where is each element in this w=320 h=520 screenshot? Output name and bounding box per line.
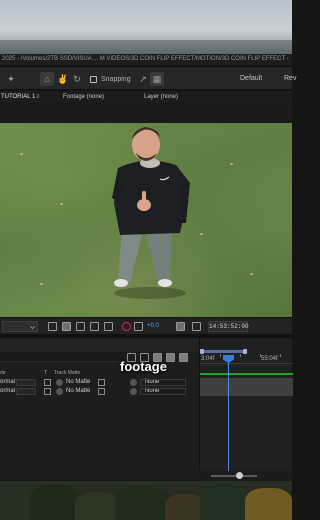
col-t: T — [44, 370, 48, 376]
viewer-controls: +0.0 14:53:52:00 — [0, 317, 292, 334]
grid-icon[interactable]: ▦ — [150, 72, 164, 86]
layer-mode[interactable]: ormal — [0, 387, 15, 396]
window-title: 2025 - /Volumes/2TB SSD/VISUA ... M VIDE… — [2, 56, 289, 62]
timeline-column-headers: de T Track Matte — [0, 369, 198, 377]
workspace-default[interactable]: Default — [240, 71, 262, 87]
workspace-review[interactable]: Rev — [284, 71, 296, 87]
3d-view-icon[interactable] — [104, 322, 113, 331]
time-ruler[interactable]: 3:04f 55:04f — [200, 354, 293, 364]
tab-layer[interactable]: Layer (none) — [144, 91, 178, 103]
background-trees — [0, 481, 292, 520]
zoom-slider-knob[interactable] — [236, 472, 243, 479]
timeline-search-input[interactable] — [0, 352, 125, 362]
track-matte-value[interactable]: No Matte — [66, 387, 90, 396]
preserve-transparency-checkbox[interactable] — [44, 379, 51, 386]
window-titlebar: 2025 - /Volumes/2TB SSD/VISUA ... M VIDE… — [0, 54, 292, 65]
tree-shape — [165, 494, 205, 520]
parent-pickwhip-icon[interactable] — [130, 388, 137, 395]
track-matte-link-icon[interactable] — [56, 379, 63, 386]
work-area-bar[interactable] — [200, 349, 247, 354]
snapping-toggle[interactable]: Snapping — [90, 71, 131, 87]
mode-dropdown[interactable] — [16, 388, 36, 395]
tree-shape — [115, 486, 170, 520]
track-matte-value[interactable]: No Matte — [66, 378, 90, 387]
timeline-zoom-bar — [199, 471, 292, 481]
current-time-display[interactable]: 14:53:52:00 — [208, 321, 249, 332]
parent-dropdown[interactable] — [140, 379, 186, 386]
camera-icon[interactable] — [176, 322, 185, 331]
composition-viewer[interactable] — [0, 123, 292, 317]
matte-invert-checkbox[interactable] — [98, 388, 105, 395]
track-matte-link-icon[interactable] — [56, 388, 63, 395]
graph-editor-icon[interactable] — [179, 352, 188, 362]
transparency-grid-icon[interactable] — [62, 322, 71, 331]
tree-shape — [200, 484, 250, 520]
snapping-checkbox-icon[interactable] — [90, 75, 97, 83]
ruler-tick — [220, 354, 221, 357]
toolbar: ✦ ⌂ ✌ ↻ Snapping ↗ ▦ Default Rev — [0, 66, 296, 90]
tree-shape — [30, 484, 80, 520]
timeline-graph-area[interactable]: 3:04f 55:04f — [199, 338, 293, 480]
expand-icon[interactable]: ↗ — [136, 72, 150, 86]
ruler-end-label: 55:04f — [261, 356, 278, 362]
pin-icon[interactable]: ✦ — [4, 72, 18, 86]
footage-person — [112, 127, 190, 299]
panel-menu-icon[interactable]: ≡ — [36, 91, 40, 103]
region-icon[interactable] — [48, 322, 57, 331]
playhead-line[interactable] — [228, 362, 229, 480]
tree-shape — [245, 488, 292, 520]
ruler-tick — [280, 354, 281, 357]
overlay-caption: footage — [120, 359, 167, 374]
layer-row[interactable]: ormal No Matte None — [0, 378, 198, 387]
viewer-top-area — [0, 103, 292, 123]
background-sky — [0, 0, 292, 54]
layer-mode[interactable]: ormal — [0, 378, 15, 387]
ruler-tick — [240, 354, 241, 357]
panel-tab-bar: TUTORIAL 1 ≡ Footage (none) Layer (none) — [0, 91, 292, 104]
hand-tool-icon[interactable]: ✌ — [56, 72, 70, 86]
preserve-transparency-checkbox[interactable] — [44, 388, 51, 395]
motion-blur-icon[interactable] — [166, 352, 175, 362]
col-track-matte: Track Matte — [54, 370, 81, 376]
matte-invert-checkbox[interactable] — [98, 379, 105, 386]
grid-guide-icon[interactable] — [90, 322, 99, 331]
parent-dropdown[interactable] — [140, 388, 186, 395]
channel-icon[interactable] — [134, 322, 143, 331]
exposure-value[interactable]: +0.0 — [147, 321, 159, 332]
tab-footage[interactable]: Footage (none) — [63, 91, 104, 103]
show-snapshot-icon[interactable] — [192, 322, 201, 331]
magnification-select[interactable] — [2, 321, 38, 332]
render-status-bar — [200, 373, 293, 375]
rotate-icon[interactable]: ↻ — [70, 72, 84, 86]
snapping-label: Snapping — [101, 75, 131, 83]
mask-visibility-icon[interactable] — [76, 322, 85, 331]
tree-shape — [75, 492, 120, 520]
mode-dropdown[interactable] — [16, 379, 36, 386]
parent-pickwhip-icon[interactable] — [130, 379, 137, 386]
col-mode: de — [0, 370, 6, 376]
ruler-start-label: 3:04f — [201, 356, 215, 362]
layer-duration-bar[interactable] — [200, 378, 293, 387]
chevron-down-icon — [30, 324, 35, 329]
timeline-zoom-slider[interactable] — [211, 472, 257, 479]
color-wheel-icon[interactable] — [122, 322, 131, 331]
home-icon[interactable]: ⌂ — [40, 72, 54, 86]
layer-duration-bar[interactable] — [200, 387, 293, 396]
layer-row[interactable]: ormal No Matte None — [0, 387, 198, 396]
ruler-tick — [260, 354, 261, 357]
background-mountains — [0, 40, 292, 54]
